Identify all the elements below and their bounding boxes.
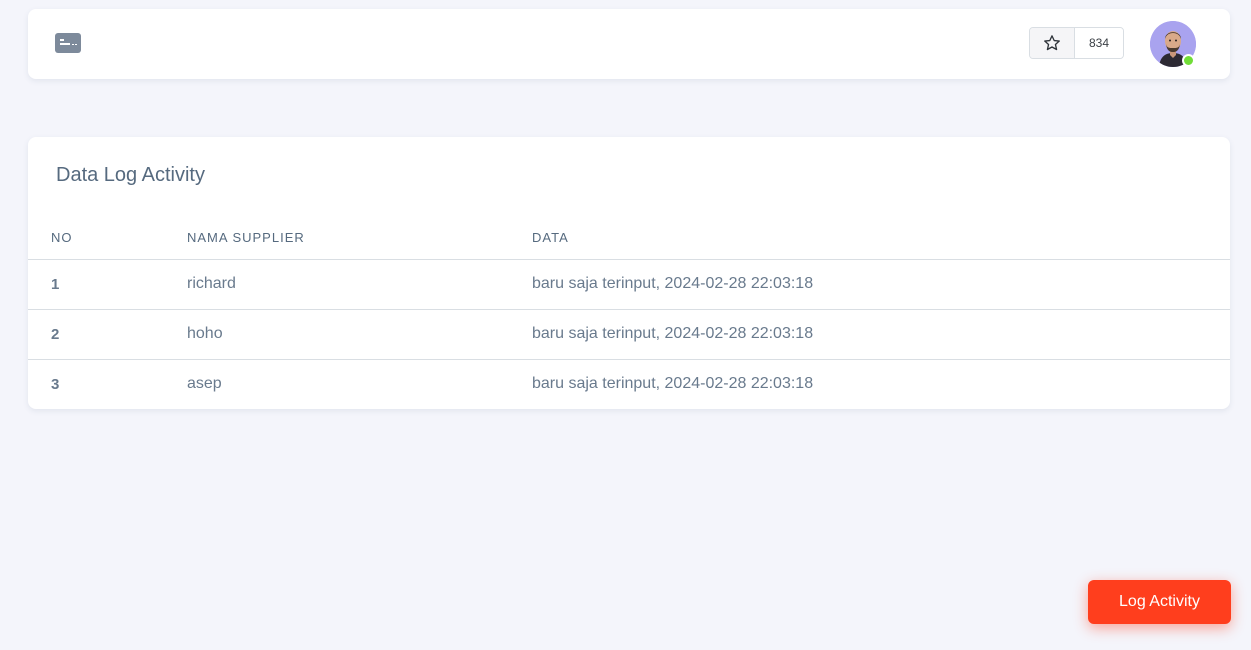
keyboard-icon[interactable] <box>55 33 81 53</box>
log-activity-card: Data Log Activity NO NAMA SUPPLIER DATA … <box>28 137 1230 409</box>
navbar: 834 <box>28 9 1230 79</box>
column-header-nama-supplier: NAMA SUPPLIER <box>187 217 532 260</box>
column-header-data: DATA <box>532 217 1230 260</box>
row-data: baru saja terinput, 2024-02-28 22:03:18 <box>532 309 1230 360</box>
row-nama-supplier: hoho <box>187 309 532 360</box>
row-nama-supplier: richard <box>187 259 532 310</box>
star-button-group: 834 <box>1029 27 1124 59</box>
online-status-indicator <box>1182 54 1195 67</box>
log-table: NO NAMA SUPPLIER DATA 1 richard baru saj… <box>28 217 1230 409</box>
row-data: baru saja terinput, 2024-02-28 22:03:18 <box>532 259 1230 310</box>
table-row: 1 richard baru saja terinput, 2024-02-28… <box>28 259 1230 310</box>
star-button[interactable] <box>1030 28 1075 58</box>
row-data: baru saja terinput, 2024-02-28 22:03:18 <box>532 375 814 393</box>
row-no: 1 <box>28 259 187 310</box>
column-header-no: NO <box>28 217 187 260</box>
row-no: 3 <box>51 375 60 393</box>
table-row: 3 asep baru saja terinput, 2024-02-28 22… <box>28 359 1230 409</box>
row-no: 2 <box>28 309 187 360</box>
log-activity-button[interactable]: Log Activity <box>1088 580 1231 624</box>
card-title: Data Log Activity <box>56 164 205 186</box>
table-row: 2 hoho baru saja terinput, 2024-02-28 22… <box>28 309 1230 360</box>
row-nama-supplier: asep <box>187 375 222 393</box>
table-header-row: NO NAMA SUPPLIER DATA <box>28 217 1230 260</box>
star-icon <box>1044 35 1060 51</box>
star-count[interactable]: 834 <box>1075 28 1123 58</box>
